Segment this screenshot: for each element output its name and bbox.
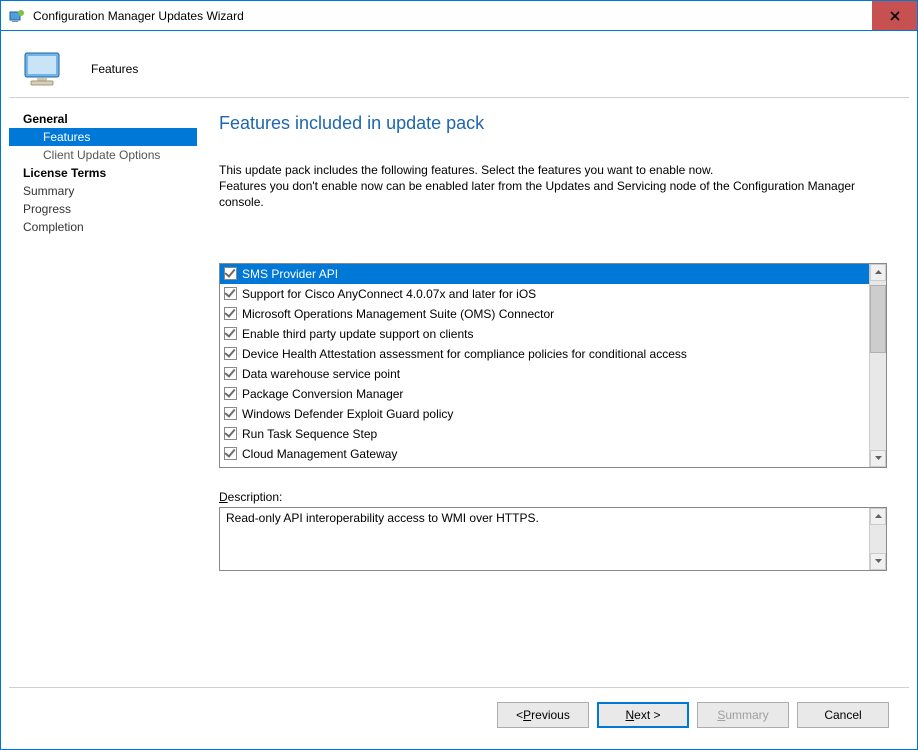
monitor-icon — [21, 49, 69, 89]
chevron-up-icon — [875, 514, 882, 518]
sidebar-item-client-update-options[interactable]: Client Update Options — [9, 146, 197, 164]
feature-label: Microsoft Operations Management Suite (O… — [242, 307, 554, 321]
feature-label: Support for Cisco AnyConnect 4.0.07x and… — [242, 287, 536, 301]
intro-line-1: This update pack includes the following … — [219, 163, 713, 177]
sidebar-item-progress[interactable]: Progress — [9, 200, 197, 218]
feature-checkbox[interactable] — [224, 427, 237, 440]
feature-checkbox[interactable] — [224, 267, 237, 280]
cancel-button[interactable]: Cancel — [797, 702, 889, 728]
description-label: Description: — [219, 490, 887, 504]
window-title: Configuration Manager Updates Wizard — [33, 9, 872, 23]
sidebar-item-summary[interactable]: Summary — [9, 182, 197, 200]
features-listbox: SMS Provider API Support for Cisco AnyCon… — [219, 263, 887, 468]
feature-label: Cloud Management Gateway — [242, 447, 397, 461]
sidebar-item-features[interactable]: Features — [9, 128, 197, 146]
feature-row[interactable]: SMS Provider API — [220, 264, 869, 284]
feature-row[interactable]: Data warehouse service point — [220, 364, 869, 384]
feature-row[interactable]: Windows Defender Exploit Guard policy — [220, 404, 869, 424]
feature-checkbox[interactable] — [224, 347, 237, 360]
features-list[interactable]: SMS Provider API Support for Cisco AnyCon… — [220, 264, 869, 467]
next-button[interactable]: Next > — [597, 702, 689, 728]
previous-button[interactable]: < Previous — [497, 702, 589, 728]
window-frame: Configuration Manager Updates Wizard Fea… — [0, 0, 918, 750]
scroll-up-button[interactable] — [870, 508, 886, 525]
sidebar-item-license-terms[interactable]: License Terms — [9, 164, 197, 182]
titlebar: Configuration Manager Updates Wizard — [1, 1, 917, 31]
intro-line-2: Features you don't enable now can be ena… — [219, 179, 855, 209]
feature-row[interactable]: Device Health Attestation assessment for… — [220, 344, 869, 364]
feature-checkbox[interactable] — [224, 327, 237, 340]
description-box: Read-only API interoperability access to… — [219, 507, 887, 571]
sidebar-item-completion[interactable]: Completion — [9, 218, 197, 236]
scroll-track[interactable] — [870, 281, 886, 450]
feature-checkbox[interactable] — [224, 367, 237, 380]
feature-row[interactable]: Cloud Management Gateway — [220, 444, 869, 464]
feature-checkbox[interactable] — [224, 447, 237, 460]
chevron-up-icon — [875, 270, 882, 274]
features-scrollbar[interactable] — [869, 264, 886, 467]
sidebar: GeneralFeaturesClient Update OptionsLice… — [9, 98, 197, 687]
feature-checkbox[interactable] — [224, 387, 237, 400]
scroll-up-button[interactable] — [870, 264, 886, 281]
feature-row[interactable]: Enable third party update support on cli… — [220, 324, 869, 344]
feature-label: Package Conversion Manager — [242, 387, 403, 401]
wizard-body: GeneralFeaturesClient Update OptionsLice… — [9, 98, 909, 687]
close-button[interactable] — [872, 1, 917, 30]
feature-label: Run Task Sequence Step — [242, 427, 377, 441]
wizard-footer: < Previous Next > Summary Cancel — [9, 687, 909, 741]
feature-row[interactable]: Support for Cisco AnyConnect 4.0.07x and… — [220, 284, 869, 304]
feature-checkbox[interactable] — [224, 407, 237, 420]
feature-label: SMS Provider API — [242, 267, 338, 281]
feature-row[interactable]: Microsoft Operations Management Suite (O… — [220, 304, 869, 324]
scroll-down-button[interactable] — [870, 553, 886, 570]
content-panel: Features included in update pack This up… — [197, 98, 909, 687]
summary-button[interactable]: Summary — [697, 702, 789, 728]
feature-row[interactable]: Run Task Sequence Step — [220, 424, 869, 444]
chevron-down-icon — [875, 456, 882, 460]
content-heading: Features included in update pack — [219, 113, 887, 134]
inner-panel: Features GeneralFeaturesClient Update Op… — [1, 31, 917, 749]
feature-row[interactable]: Package Conversion Manager — [220, 384, 869, 404]
intro-text: This update pack includes the following … — [219, 162, 887, 211]
feature-label: Device Health Attestation assessment for… — [242, 347, 687, 361]
page-title: Features — [91, 62, 138, 76]
description-text: Read-only API interoperability access to… — [220, 508, 869, 570]
app-icon — [9, 8, 25, 24]
scroll-track[interactable] — [870, 525, 886, 553]
sidebar-item-general[interactable]: General — [9, 110, 197, 128]
close-icon — [890, 11, 900, 21]
feature-label: Enable third party update support on cli… — [242, 327, 473, 341]
wizard-header: Features — [9, 40, 909, 98]
scroll-down-button[interactable] — [870, 450, 886, 467]
description-scrollbar[interactable] — [869, 508, 886, 570]
feature-checkbox[interactable] — [224, 307, 237, 320]
feature-label: Windows Defender Exploit Guard policy — [242, 407, 453, 421]
feature-checkbox[interactable] — [224, 287, 237, 300]
chevron-down-icon — [875, 559, 882, 563]
feature-label: Data warehouse service point — [242, 367, 400, 381]
scroll-thumb[interactable] — [870, 285, 886, 353]
